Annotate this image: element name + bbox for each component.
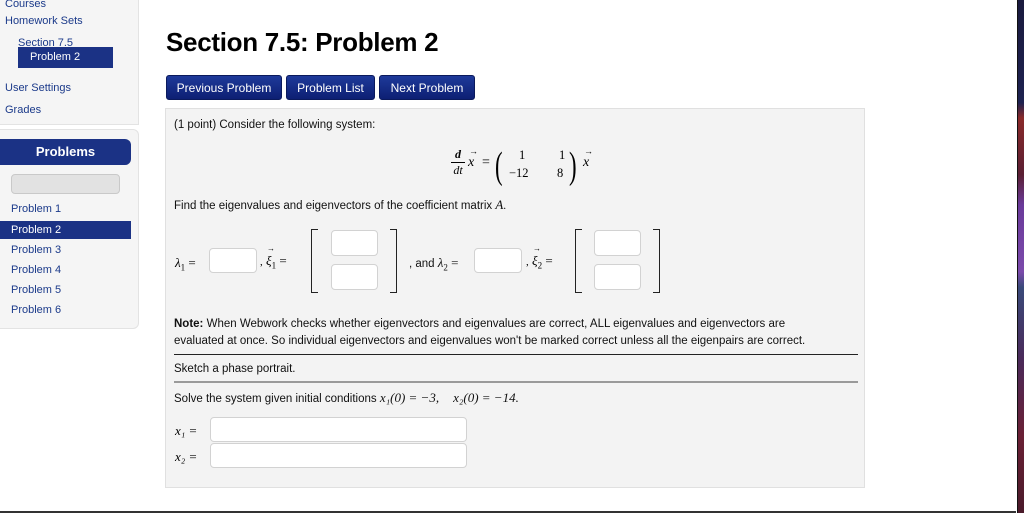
problem-list-item[interactable]: Problem 6 bbox=[0, 301, 131, 319]
bracket-right bbox=[653, 229, 660, 293]
find-instruction: Find the eigenvalues and eigenvectors of… bbox=[174, 197, 507, 212]
xi1-bottom-input[interactable] bbox=[331, 264, 378, 290]
x2-label: x₂ = bbox=[175, 449, 198, 464]
paren-right: ) bbox=[569, 145, 577, 187]
desktop-wallpaper-strip bbox=[1017, 0, 1024, 513]
nav-current-problem[interactable]: Problem 2 bbox=[18, 47, 113, 68]
divider bbox=[174, 354, 858, 355]
divider bbox=[174, 381, 858, 383]
system-equation: d dt x → = ( 1 1 −12 8 ) x → bbox=[451, 145, 601, 187]
bracket-right bbox=[390, 229, 397, 293]
previous-problem-button[interactable]: Previous Problem bbox=[166, 75, 282, 100]
nav-homework-sets[interactable]: Homework Sets bbox=[5, 15, 83, 27]
nav-grades[interactable]: Grades bbox=[5, 104, 41, 116]
vector-x: x → bbox=[583, 146, 593, 170]
progress-bar bbox=[11, 174, 120, 194]
xi1-top-input[interactable] bbox=[331, 230, 378, 256]
problem-intro: (1 point) Consider the following system: bbox=[174, 119, 376, 131]
x1-label: x₁ = bbox=[175, 423, 198, 438]
nav-user-settings[interactable]: User Settings bbox=[5, 82, 71, 94]
nav-courses[interactable]: Courses bbox=[5, 0, 46, 10]
sidebar-nav: Courses Homework Sets Section 7.5 Proble… bbox=[0, 0, 139, 125]
xi2-bottom-input[interactable] bbox=[594, 264, 641, 290]
eq-d: d bbox=[455, 147, 461, 161]
solve-instruction: Solve the system given initial condition… bbox=[174, 390, 519, 405]
eq-dt: dt bbox=[453, 163, 463, 177]
problem-list-item[interactable]: Problem 4 bbox=[0, 261, 131, 279]
lambda2-input[interactable] bbox=[474, 248, 522, 273]
vector-x: x → bbox=[468, 146, 478, 170]
and-lambda2-label: , and λ2 = bbox=[409, 255, 459, 273]
problem-list-button[interactable]: Problem List bbox=[286, 75, 375, 100]
problem-list-item[interactable]: Problem 3 bbox=[0, 241, 131, 259]
x1-input[interactable] bbox=[210, 417, 467, 442]
problems-header: Problems bbox=[0, 139, 131, 165]
xi2-label: , ξ → 2 = bbox=[526, 244, 553, 271]
xi2-top-input[interactable] bbox=[594, 230, 641, 256]
bracket-left bbox=[575, 229, 582, 293]
xi1-label: , ξ → 1 = bbox=[260, 244, 287, 271]
note-line-1: Note: When Webwork checks whether eigenv… bbox=[174, 318, 786, 330]
lambda1-input[interactable] bbox=[209, 248, 257, 273]
bracket-left bbox=[311, 229, 318, 293]
problem-list-item[interactable]: Problem 1 bbox=[0, 200, 131, 218]
paren-left: ( bbox=[495, 145, 503, 187]
problem-body: (1 point) Consider the following system:… bbox=[165, 108, 865, 488]
problem-list-item-active[interactable]: Problem 2 bbox=[0, 221, 131, 239]
page-title: Section 7.5: Problem 2 bbox=[166, 27, 439, 57]
note-line-2: evaluated at once. So individual eigenve… bbox=[174, 335, 806, 347]
problems-panel: Problems Problem 1 Problem 2 Problem 3 P… bbox=[0, 129, 139, 329]
x2-input[interactable] bbox=[210, 443, 467, 468]
next-problem-button[interactable]: Next Problem bbox=[379, 75, 475, 100]
lambda1-label: λ1 = bbox=[175, 255, 196, 273]
eq-equals: = bbox=[482, 155, 490, 170]
sketch-instruction: Sketch a phase portrait. bbox=[174, 363, 296, 375]
problem-list-item[interactable]: Problem 5 bbox=[0, 281, 131, 299]
